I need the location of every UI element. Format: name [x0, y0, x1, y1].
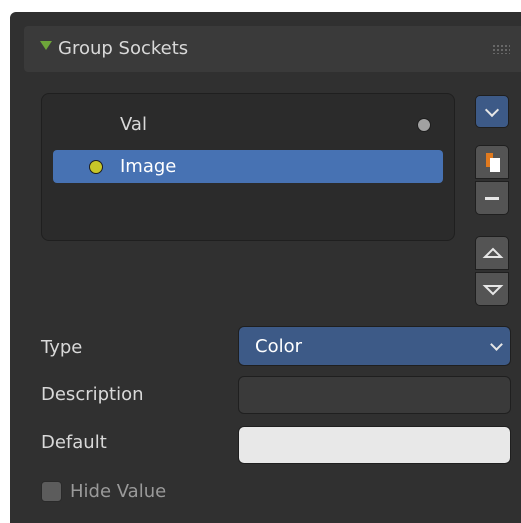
- move-up-button[interactable]: [475, 236, 509, 270]
- hide-value-checkbox[interactable]: [41, 481, 62, 502]
- triangle-up-icon: [482, 247, 504, 258]
- add-icon: [486, 153, 500, 172]
- hide-value-label[interactable]: Hide Value: [70, 480, 166, 504]
- minus-icon: [485, 197, 499, 200]
- collapse-arrow-icon[interactable]: [40, 41, 52, 50]
- remove-socket-button[interactable]: [475, 181, 509, 215]
- default-color-field[interactable]: [238, 426, 511, 464]
- list-options-button[interactable]: [475, 95, 509, 128]
- move-down-button[interactable]: [475, 272, 509, 306]
- chevron-down-icon: [484, 102, 500, 118]
- description-field[interactable]: [238, 376, 511, 414]
- socket-item-val-label[interactable]: Val: [120, 113, 147, 137]
- description-label: Description: [41, 384, 144, 405]
- socket-dot-icon: [417, 118, 431, 132]
- screenshot-frame: Group Sockets Val Image Type Color Descr…: [0, 0, 521, 523]
- type-label: Type: [41, 337, 83, 358]
- default-label: Default: [41, 432, 107, 453]
- socket-item-image-label[interactable]: Image: [120, 155, 176, 179]
- type-select-value[interactable]: Color: [255, 336, 302, 358]
- panel-title: Group Sockets: [58, 38, 189, 59]
- socket-dot-icon: [89, 160, 103, 174]
- drag-handle-icon[interactable]: [492, 44, 510, 54]
- add-socket-button[interactable]: [475, 145, 509, 179]
- triangle-down-icon: [482, 285, 504, 296]
- socket-item-image[interactable]: [53, 150, 443, 183]
